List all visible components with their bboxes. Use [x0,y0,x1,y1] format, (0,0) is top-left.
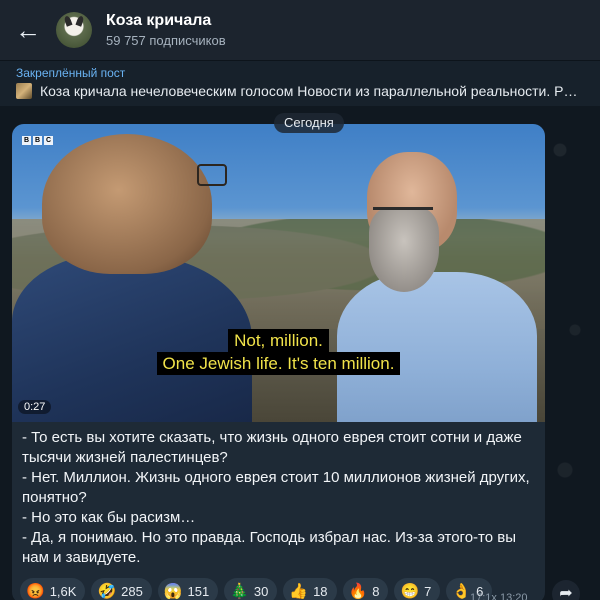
video-player[interactable]: B B C Not, million. One Jewish life. It'… [12,124,545,422]
reaction-tree[interactable]: 🎄 30 [224,578,278,600]
message-line: - Нет. Миллион. Жизнь одного еврея стоит… [22,469,530,506]
share-arrow-icon[interactable]: ➦ [552,580,580,600]
channel-post: B B C Not, million. One Jewish life. It'… [12,124,545,600]
channel-title: Коза кричала [106,12,212,29]
channel-avatar[interactable] [56,12,92,48]
video-man-figure [337,152,537,422]
video-duration: 0:27 [18,400,52,414]
message-time: 17:1x 13:20 [470,592,528,600]
message-line: - То есть вы хотите сказать, что жизнь о… [22,429,522,466]
angry-face-icon: 😡 [26,583,45,600]
thumbs-up-icon: 👍 [289,583,309,600]
channel-info[interactable]: Коза кричала 59 757 подписчиков [106,12,226,48]
back-arrow-icon[interactable]: ← [0,0,56,60]
reaction-scream[interactable]: 😱 151 [157,578,219,600]
reaction-count: 30 [253,583,269,599]
subscriber-count: 59 757 подписчиков [106,33,226,48]
message-text: - То есть вы хотите сказать, что жизнь о… [12,422,545,568]
reaction-rofl[interactable]: 🤣 285 [91,578,152,600]
reaction-angry[interactable]: 😡 1,6K [20,578,86,600]
subtitle-line-2: One Jewish life. It's ten million. [156,352,401,375]
ok-hand-icon: 👌 [452,583,472,600]
message-line: - Да, я понимаю. Но это правда. Господь … [22,529,516,566]
fire-icon: 🔥 [348,583,368,600]
bbc-logo-letter: B [33,136,42,145]
subtitle-line-1: Not, million. [228,329,329,352]
date-divider: Сегодня [274,113,344,133]
pinned-message-bar[interactable]: Закреплённый пост Коза кричала нечеловеч… [0,60,600,106]
reaction-count: 285 [121,583,143,599]
reactions-bar: 😡 1,6K 🤣 285 😱 151 🎄 30 👍 18 🔥 8 😁 7 👌 6 [12,568,545,600]
pinned-row: Коза кричала нечеловеческим голосом Ново… [16,83,584,99]
reaction-count: 7 [424,583,432,599]
man-glasses [373,207,433,223]
reaction-count: 151 [187,583,210,599]
reaction-count: 1,6K [49,583,77,599]
pinned-thumbnail [16,83,32,99]
reaction-count: 8 [372,583,380,599]
pinned-label: Закреплённый пост [16,66,126,80]
reaction-thumbs-up[interactable]: 👍 18 [283,578,337,600]
video-woman-figure [12,124,257,422]
christmas-tree-icon: 🎄 [230,583,249,600]
woman-hair [42,134,212,274]
screaming-face-icon: 😱 [163,583,183,600]
reaction-count: 18 [313,583,328,599]
bbc-logo: B B C [22,136,53,145]
pinned-text: Коза кричала нечеловеческим голосом Ново… [40,83,584,99]
reaction-fire[interactable]: 🔥 8 [342,578,389,600]
grinning-face-icon: 😁 [400,583,420,600]
chat-header: ← Коза кричала 59 757 подписчиков [0,0,600,60]
bbc-logo-letter: C [44,136,53,145]
bbc-logo-letter: B [22,136,31,145]
message-line: - Но это как бы расизм… [22,509,196,526]
reaction-grin[interactable]: 😁 7 [394,578,441,600]
woman-glasses [197,164,227,186]
rofl-face-icon: 🤣 [97,583,117,600]
video-subtitles: Not, million. One Jewish life. It's ten … [12,329,545,375]
